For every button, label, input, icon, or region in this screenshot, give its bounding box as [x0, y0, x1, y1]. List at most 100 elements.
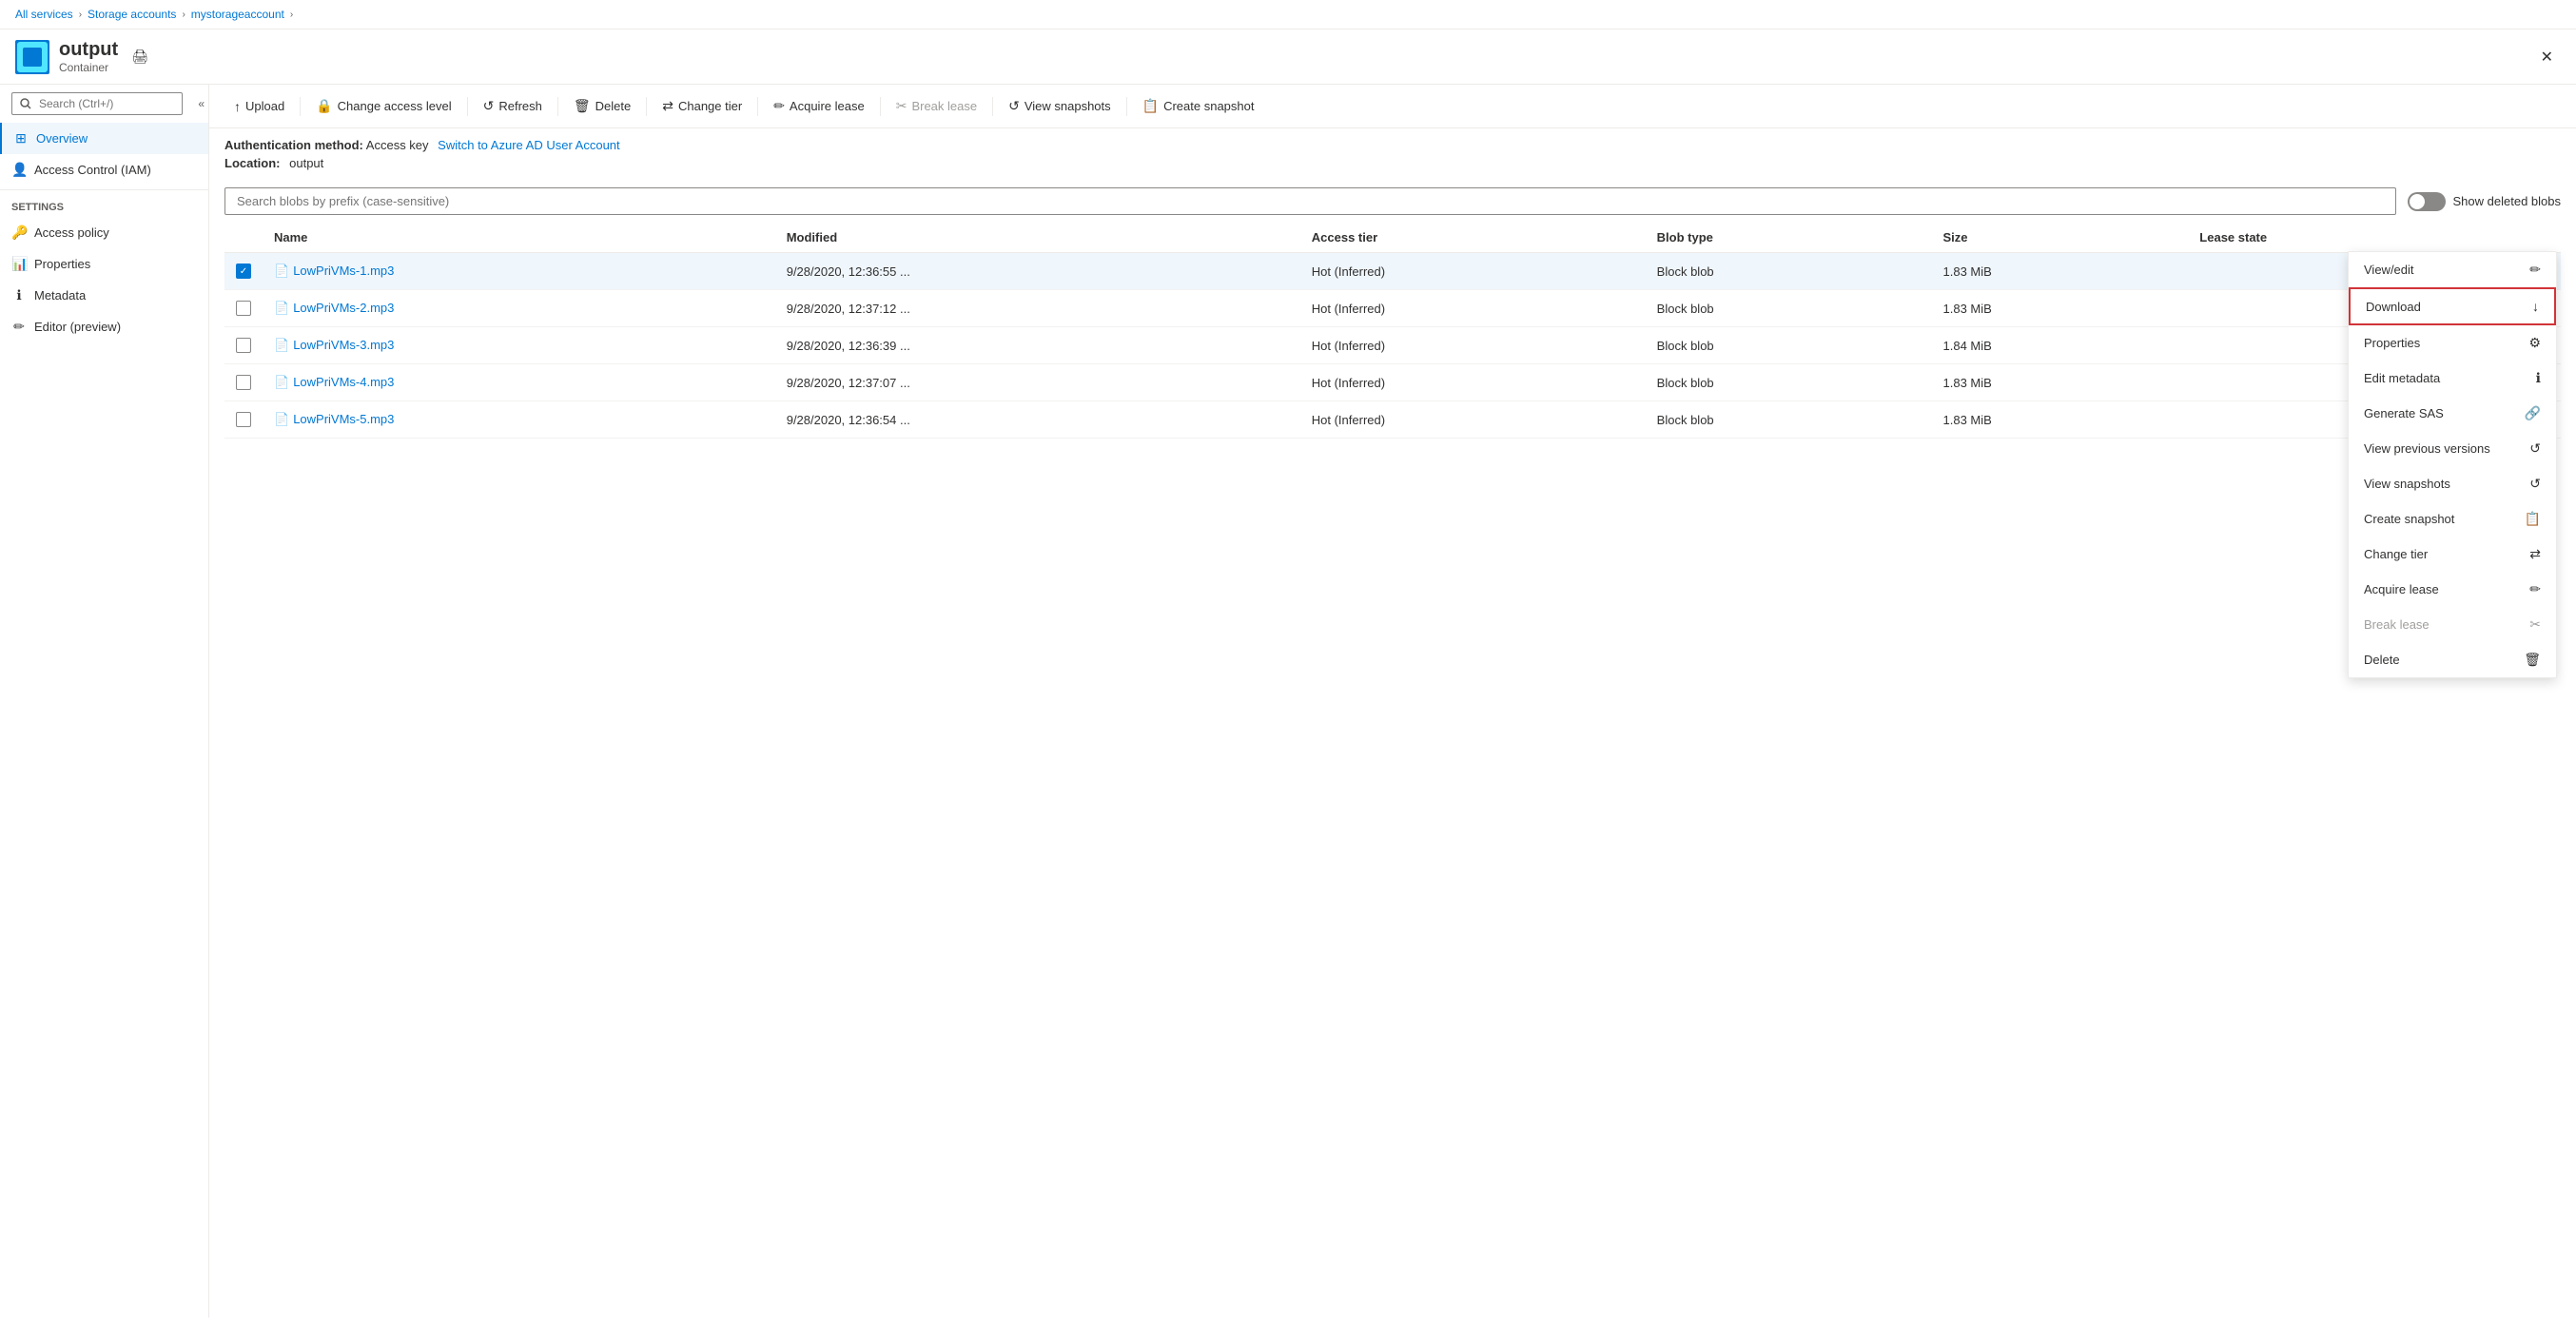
main-content: ↑ Upload 🔒 Change access level ↺ Refresh…: [209, 85, 2576, 1318]
row-name-3: 📄 LowPriVMs-4.mp3: [263, 364, 775, 401]
auth-link[interactable]: Switch to Azure AD User Account: [438, 138, 619, 152]
menu-item-delete[interactable]: Delete🗑: [2349, 642, 2556, 677]
print-button[interactable]: 🖨: [127, 45, 152, 68]
row-blob_type-1: Block blob: [1646, 290, 1932, 327]
menu-item-view-snapshots[interactable]: View snapshots ↺: [2349, 466, 2556, 501]
menu-item-acquire-lease[interactable]: Acquire lease ✏: [2349, 572, 2556, 607]
sidebar-item-metadata[interactable]: ℹ Metadata: [0, 280, 208, 311]
menu-icon-acquire-lease: ✏: [2529, 581, 2541, 597]
acquire-lease-button[interactable]: ✏ Acquire lease: [764, 92, 874, 120]
file-icon-4: 📄: [274, 412, 289, 426]
create-snapshot-button[interactable]: 📋 Create snapshot: [1133, 92, 1264, 120]
table-row: 📄LowPriVMs-2.mp39/28/2020, 12:37:12 ...H…: [224, 290, 2561, 327]
collapse-button[interactable]: «: [194, 93, 208, 114]
menu-item-change-tier[interactable]: Change tier ⇄: [2349, 537, 2556, 572]
refresh-button[interactable]: ↺ Refresh: [474, 92, 552, 120]
create-snapshot-label: Create snapshot: [1163, 99, 1254, 113]
change-access-button[interactable]: 🔒 Change access level: [306, 92, 460, 120]
location-label: Location:: [224, 156, 281, 170]
menu-label-delete: Delete: [2364, 653, 2400, 667]
change-access-icon: 🔒: [316, 98, 332, 114]
acquire-lease-label: Acquire lease: [790, 99, 865, 113]
menu-label-view-snapshots: View snapshots: [2364, 477, 2450, 491]
menu-label-view-edit: View/edit: [2364, 263, 2414, 277]
access-policy-icon: 🔑: [11, 225, 27, 241]
row-checkbox-0[interactable]: ✓: [236, 264, 251, 279]
row-checkbox-1[interactable]: [236, 301, 251, 316]
row-modified-4: 9/28/2020, 12:36:54 ...: [775, 401, 1300, 439]
file-icon-0: 📄: [274, 264, 289, 278]
menu-icon-view-previous: ↺: [2529, 440, 2541, 457]
metadata-icon: ℹ: [11, 287, 27, 303]
menu-item-edit-metadata[interactable]: Edit metadataℹ: [2349, 361, 2556, 396]
toolbar-sep-5: [757, 97, 758, 116]
menu-label-change-tier: Change tier: [2364, 547, 2428, 561]
row-checkbox-3[interactable]: [236, 375, 251, 390]
menu-item-view-edit[interactable]: View/edit✏: [2349, 252, 2556, 287]
show-deleted-toggle[interactable]: [2408, 192, 2446, 211]
toolbar-sep-6: [880, 97, 881, 116]
search-row: «: [0, 85, 208, 123]
blob-table: Name Modified Access tier Blob type Size…: [224, 223, 2561, 439]
table-row: 📄 LowPriVMs-5.mp3 9/28/2020, 12:36:54 ...H…: [224, 401, 2561, 439]
toolbar-sep-3: [557, 97, 558, 116]
table-row: 📄LowPriVMs-3.mp39/28/2020, 12:36:39 ...H…: [224, 327, 2561, 364]
row-checkbox-2[interactable]: [236, 338, 251, 353]
row-modified-3: 9/28/2020, 12:37:07 ...: [775, 364, 1300, 401]
breadcrumb-sep-3: ›: [290, 10, 293, 20]
upload-icon: ↑: [234, 99, 241, 114]
menu-icon-view-snapshots: ↺: [2529, 476, 2541, 492]
file-link-0[interactable]: LowPriVMs-1.mp3: [293, 264, 394, 278]
menu-icon-create-snapshot: 📋: [2525, 511, 2541, 527]
view-snapshots-button[interactable]: ↺ View snapshots: [999, 92, 1121, 120]
delete-icon: 🗑: [574, 98, 591, 114]
menu-item-view-previous[interactable]: View previous versions↺: [2349, 431, 2556, 466]
show-deleted-label: Show deleted blobs: [2453, 194, 2561, 208]
file-link-3[interactable]: LowPriVMs-4.mp3: [293, 375, 394, 389]
upload-label: Upload: [245, 99, 284, 113]
th-lease-state: Lease state: [2188, 223, 2511, 253]
sidebar-item-overview[interactable]: ⊞ Overview: [0, 123, 208, 154]
sidebar-item-editor-label: Editor (preview): [34, 320, 121, 334]
auth-value: Access key: [366, 138, 429, 152]
menu-icon-change-tier: ⇄: [2529, 546, 2541, 562]
blob-search-input[interactable]: [224, 187, 2396, 215]
sidebar-item-properties[interactable]: 📊 Properties: [0, 248, 208, 280]
delete-button[interactable]: 🗑 Delete: [564, 92, 640, 120]
row-blob_type-0: Block blob: [1646, 253, 1932, 290]
menu-item-create-snapshot[interactable]: Create snapshot 📋: [2349, 501, 2556, 537]
close-button[interactable]: ✕: [2533, 44, 2561, 70]
file-icon-3: 📄: [274, 375, 289, 389]
menu-item-properties[interactable]: Properties⚙: [2349, 325, 2556, 361]
file-link-2[interactable]: LowPriVMs-3.mp3: [293, 338, 394, 352]
menu-label-create-snapshot: Create snapshot: [2364, 512, 2454, 526]
overview-icon: ⊞: [13, 130, 29, 146]
upload-button[interactable]: ↑ Upload: [224, 93, 294, 120]
sidebar-item-iam[interactable]: 👤 Access Control (IAM): [0, 154, 208, 186]
file-link-4[interactable]: LowPriVMs-5.mp3: [293, 412, 394, 426]
menu-item-break-lease: Break lease✂: [2349, 607, 2556, 642]
break-lease-button[interactable]: ✂ Break lease: [887, 92, 986, 120]
row-access_tier-4: Hot (Inferred): [1300, 401, 1646, 439]
context-menu: View/edit✏Download↓Properties⚙Edit metad…: [2348, 251, 2557, 678]
menu-label-acquire-lease: Acquire lease: [2364, 582, 2439, 596]
breadcrumb-storage-accounts[interactable]: Storage accounts: [88, 8, 176, 21]
menu-label-break-lease: Break lease: [2364, 617, 2430, 632]
breadcrumb-all-services[interactable]: All services: [15, 8, 73, 21]
search-box: [0, 85, 194, 123]
file-link-1[interactable]: LowPriVMs-2.mp3: [293, 301, 394, 315]
search-input[interactable]: [11, 92, 183, 115]
page-subtitle: Container: [59, 61, 118, 74]
page-header: output Container 🖨 ✕: [0, 29, 2576, 85]
menu-item-download[interactable]: Download↓: [2349, 287, 2556, 325]
change-tier-button[interactable]: ⇄ Change tier: [653, 92, 751, 120]
change-tier-icon: ⇄: [662, 98, 673, 114]
sidebar-divider: [0, 189, 208, 190]
menu-item-generate-sas[interactable]: Generate SAS🔗: [2349, 396, 2556, 431]
sidebar-item-editor[interactable]: ✏ Editor (preview): [0, 311, 208, 342]
container-icon: [15, 40, 49, 74]
row-checkbox-4[interactable]: [236, 412, 251, 427]
row-modified-1: 9/28/2020, 12:37:12 ...: [775, 290, 1300, 327]
sidebar-item-access-policy[interactable]: 🔑 Access policy: [0, 217, 208, 248]
breadcrumb-mystorageaccount[interactable]: mystorageaccount: [191, 8, 284, 21]
